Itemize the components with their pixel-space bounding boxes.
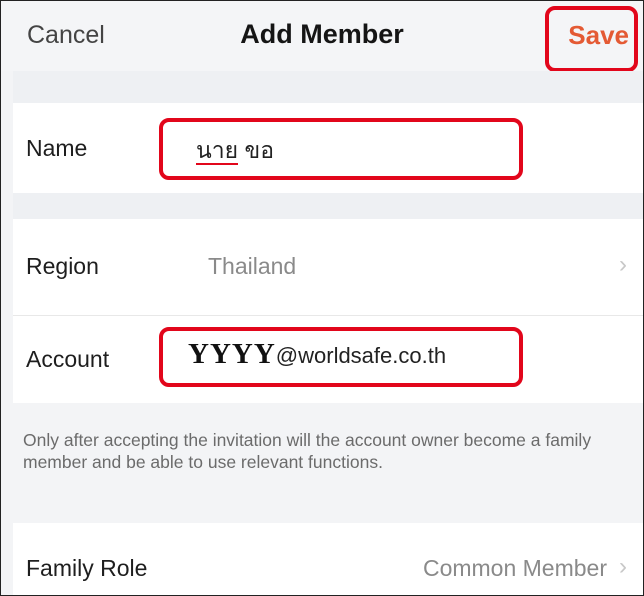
region-label: Region [26, 253, 99, 279]
name-highlight-box [159, 118, 523, 180]
section-spacer [13, 71, 643, 103]
region-row[interactable]: Region Thailand › [13, 219, 643, 315]
chevron-right-icon: › [619, 251, 627, 278]
chevron-right-icon: › [619, 553, 627, 580]
name-label: Name [26, 135, 88, 161]
save-highlight-box [545, 6, 638, 72]
family-role-label: Family Role [26, 555, 148, 581]
family-role-value: Common Member [422, 555, 607, 581]
section-spacer [13, 193, 643, 219]
account-label: Account [26, 346, 110, 372]
account-highlight-box [159, 327, 523, 387]
family-role-row[interactable]: Family Role Common Member › [13, 523, 643, 595]
region-value: Thailand [208, 253, 297, 279]
add-member-screen: Cancel Add Member Save Name นาย ขอ Regio… [0, 0, 644, 596]
invitation-note: Only after accepting the invitation will… [23, 430, 592, 472]
